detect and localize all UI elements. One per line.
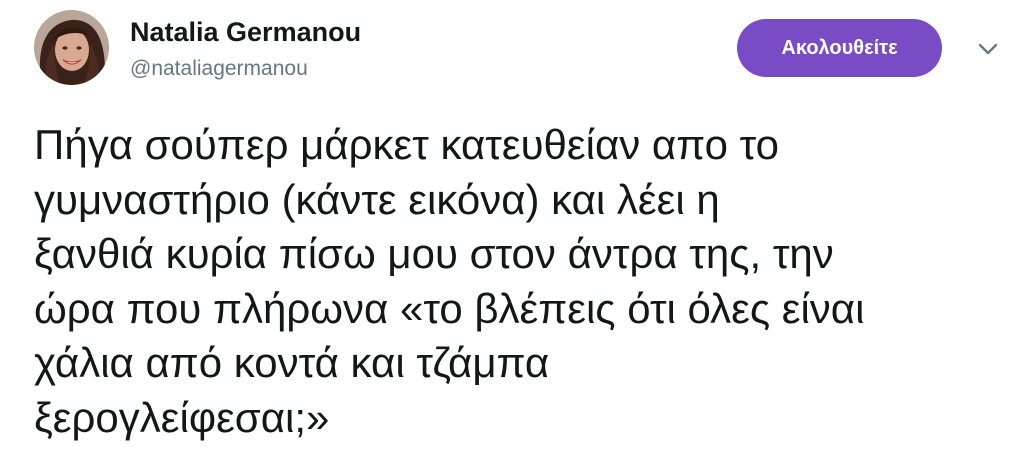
tweet-text-line: ώρα που πλήρωνα «το βλέπεις ότι όλες είν…	[34, 284, 865, 332]
author-name[interactable]: Natalia Germanou	[130, 14, 361, 50]
tweet-text-line: ξερογλείφεσαι;»	[34, 393, 330, 441]
tweet-text: Πήγα σούπερ μάρκετ κατευθείαν απο το γυμ…	[34, 118, 1009, 445]
tweet-text-line: χάλια από κοντά και τζάμπα	[34, 339, 550, 386]
chevron-down-icon[interactable]	[976, 40, 1000, 58]
author-handle[interactable]: @nataliagermanou	[130, 54, 308, 84]
profile-photo-icon	[34, 10, 109, 85]
tweet-text-line: γυμναστήριο (κάντε εικόνα) και λέει η	[34, 175, 720, 223]
author-avatar[interactable]	[34, 10, 109, 85]
following-button[interactable]: Ακολουθείτε	[737, 19, 942, 77]
tweet-text-line: Πήγα σούπερ μάρκετ κατευθείαν απο το	[34, 121, 779, 168]
tweet-card: Natalia Germanou @nataliagermanou Ακολου…	[0, 0, 1024, 462]
tweet-text-line: ξανθιά κυρία πίσω μου στον άντρα της, τη…	[34, 230, 834, 277]
